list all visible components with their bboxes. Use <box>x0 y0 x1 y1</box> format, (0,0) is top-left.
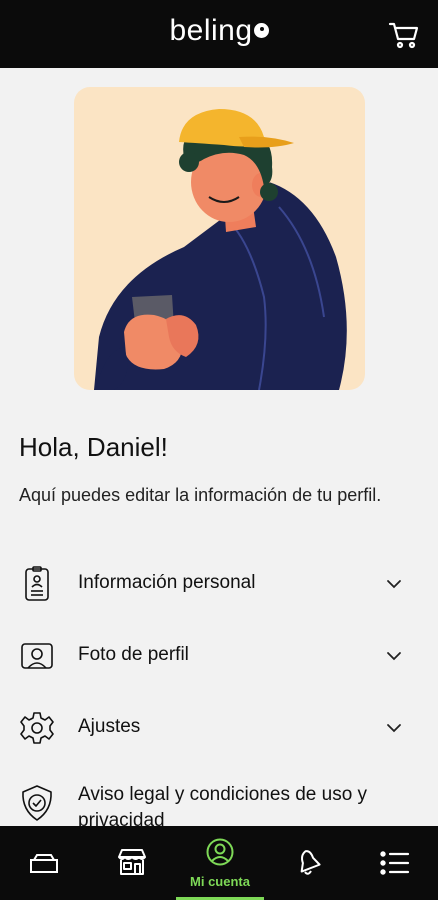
store-icon <box>118 849 146 875</box>
greeting-title: Hola, Daniel! <box>19 432 168 462</box>
chevron-down-icon[interactable] <box>386 720 402 736</box>
id-badge-icon <box>25 566 49 601</box>
chevron-down-icon[interactable] <box>386 576 402 592</box>
shield-check-icon <box>22 785 52 821</box>
account-icon <box>206 838 234 866</box>
brand-logo[interactable]: belingo beling <box>0 14 438 48</box>
tab-menu[interactable] <box>352 826 438 900</box>
top-bar: belingo beling <box>0 0 438 68</box>
profile-photo-icon <box>21 643 53 669</box>
tab-label: Mi cuenta <box>190 874 250 889</box>
chevron-down-icon[interactable] <box>386 648 402 664</box>
cart-icon[interactable] <box>388 20 420 50</box>
profile-illustration <box>74 87 365 390</box>
greeting-description: Aquí puedes editar la información de tu … <box>19 485 382 505</box>
menu-item-profile-photo[interactable]: Foto de perfil <box>0 628 438 684</box>
menu-item-settings[interactable]: Ajustes <box>0 700 438 756</box>
tab-my-account[interactable]: Mi cuenta <box>176 826 264 900</box>
brand-logo-wordmark: beling <box>169 14 269 47</box>
tab-tickets[interactable] <box>0 826 88 900</box>
menu-list-icon <box>380 851 410 875</box>
ticket-icon <box>30 854 58 873</box>
bell-icon <box>300 850 321 875</box>
tab-store[interactable] <box>88 826 176 900</box>
menu-item-label: Información personal <box>78 572 256 593</box>
tab-notifications[interactable] <box>264 826 352 900</box>
menu-item-label: Ajustes <box>78 716 141 737</box>
gear-icon <box>20 712 54 744</box>
logo-dot-icon <box>253 23 269 38</box>
menu-item-personal-info[interactable]: Información personal <box>0 556 438 612</box>
menu-item-label: Foto de perfil <box>78 644 189 665</box>
bottom-navigation: Mi cuenta <box>0 826 438 900</box>
